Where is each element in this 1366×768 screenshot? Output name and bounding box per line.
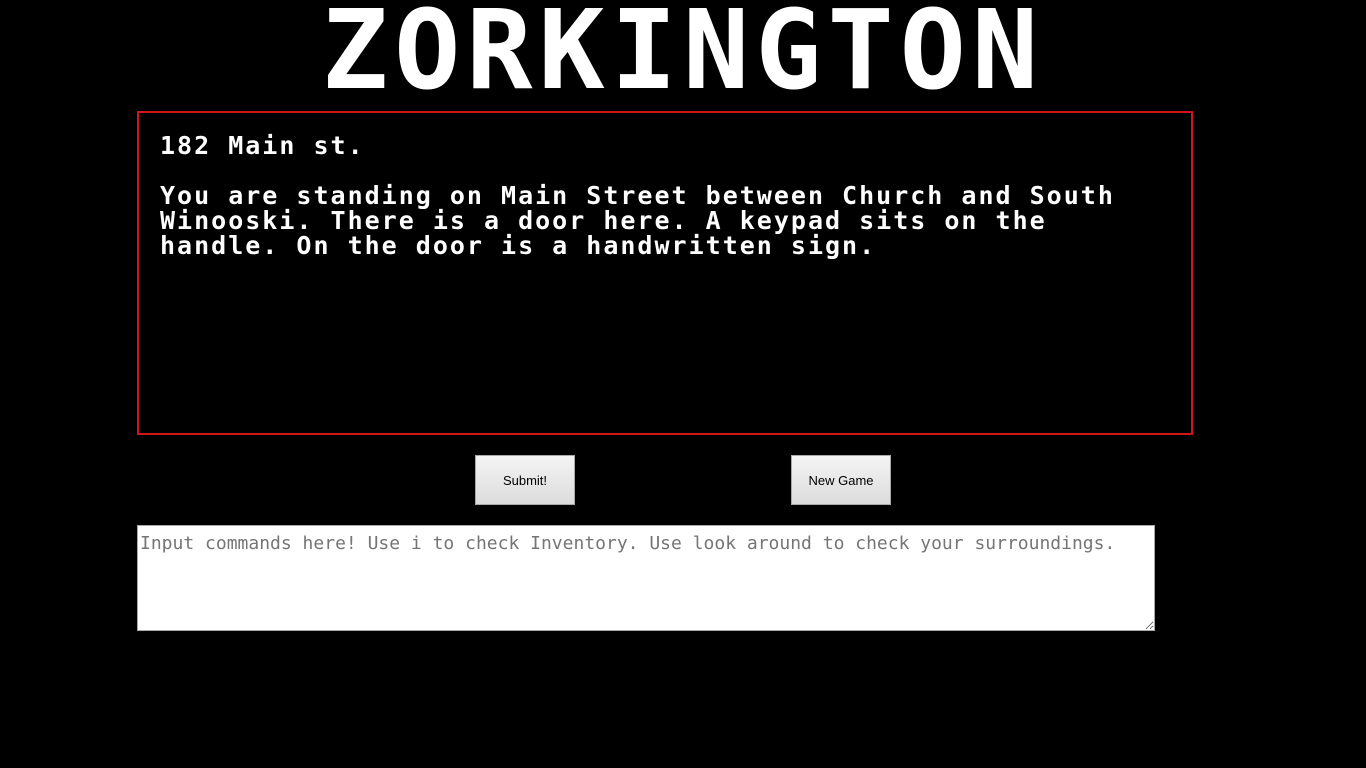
command-input[interactable] — [137, 525, 1155, 631]
room-description: You are standing on Main Street between … — [160, 181, 1132, 260]
game-title: ZORKINGTON — [321, 0, 1045, 114]
submit-button[interactable]: Submit! — [475, 455, 575, 505]
new-game-button[interactable]: New Game — [791, 455, 891, 505]
game-output-panel: 182 Main st. You are standing on Main St… — [137, 111, 1193, 435]
location-name: 182 Main st. — [160, 131, 365, 160]
